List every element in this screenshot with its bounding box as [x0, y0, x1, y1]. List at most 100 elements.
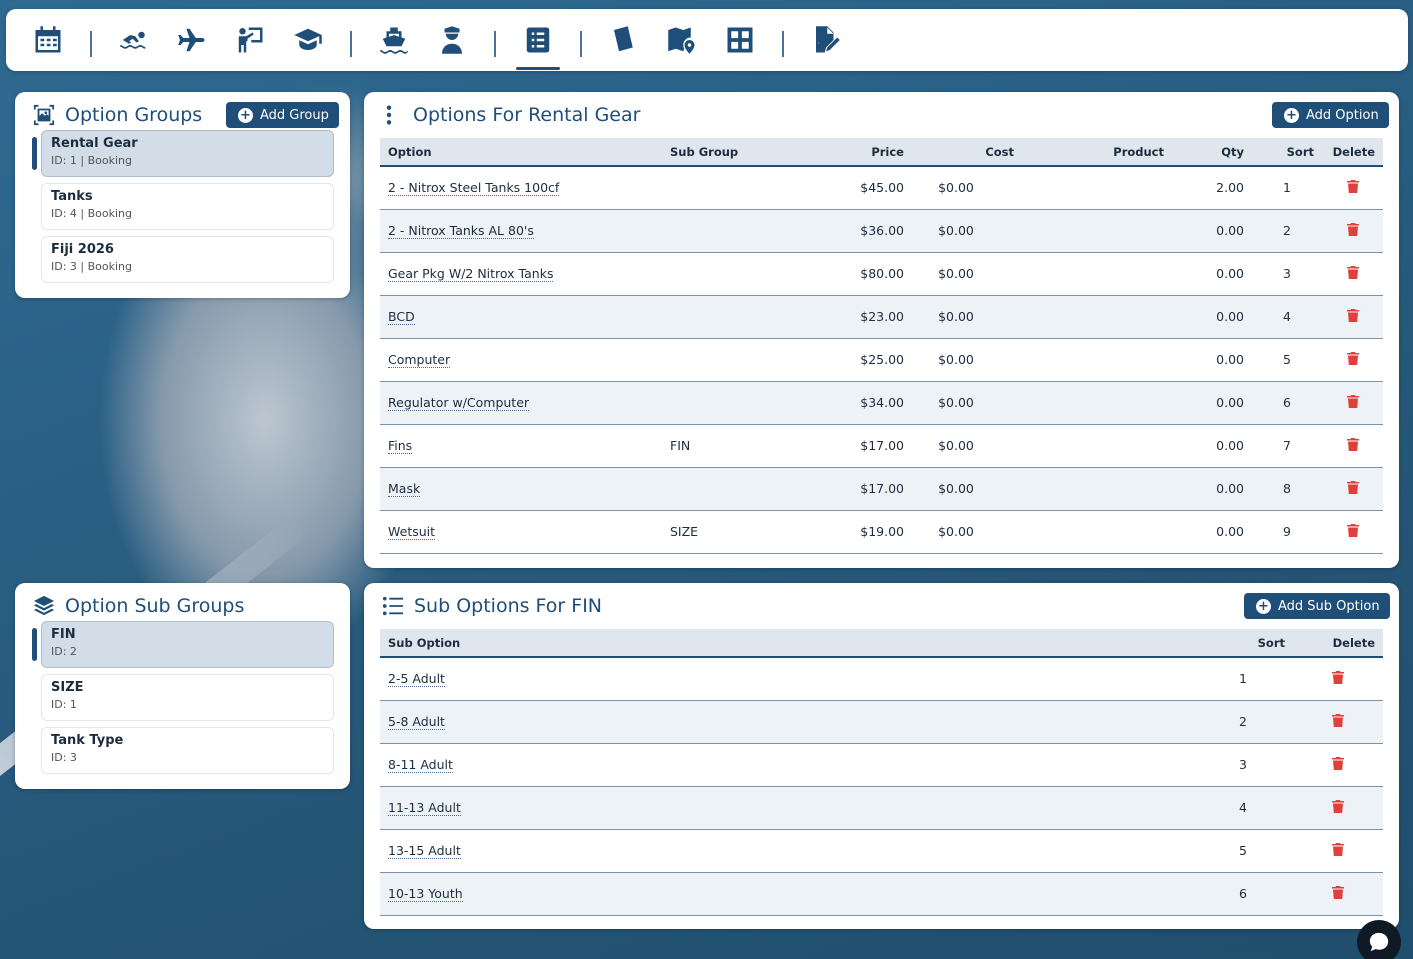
option-sub-group-item[interactable]: FIN ID: 2: [32, 621, 334, 668]
trash-icon[interactable]: [1346, 179, 1359, 193]
option-group-item[interactable]: Rental Gear ID: 1 | Booking: [32, 130, 334, 177]
sub-option-link[interactable]: 13-15 Adult: [388, 843, 461, 859]
price-cell: $80.00: [812, 252, 912, 296]
option-link[interactable]: Computer: [388, 352, 451, 368]
table-row: 13-15 Adult 5: [380, 829, 1383, 873]
grid-icon[interactable]: [724, 24, 756, 56]
delete-cell: [1293, 786, 1383, 830]
trash-icon[interactable]: [1346, 523, 1359, 537]
price-cell: $17.00: [812, 467, 912, 511]
product-cell: [1022, 166, 1172, 210]
sub-option-link[interactable]: 5-8 Adult: [388, 714, 445, 730]
option-link[interactable]: 2 - Nitrox Tanks AL 80's: [388, 223, 534, 239]
trash-icon[interactable]: [1346, 437, 1359, 451]
column-header: Delete: [1293, 629, 1383, 658]
option-link[interactable]: Mask: [388, 481, 421, 497]
delete-cell: [1322, 338, 1383, 382]
option-group-item[interactable]: Fiji 2026 ID: 3 | Booking: [41, 236, 334, 283]
sub-option-link[interactable]: 2-5 Adult: [388, 671, 445, 688]
add-option-button[interactable]: + Add Option: [1272, 102, 1389, 128]
column-header[interactable]: Option: [380, 138, 662, 167]
delete-cell: [1322, 166, 1383, 210]
tablet-icon[interactable]: [608, 24, 640, 56]
cost-cell: $0.00: [912, 209, 1022, 253]
price-cell: $25.00: [812, 338, 912, 382]
option-group-item[interactable]: Tanks ID: 4 | Booking: [41, 183, 334, 230]
file-signature-icon[interactable]: [810, 24, 842, 56]
trash-icon[interactable]: [1332, 670, 1344, 684]
price-cell: $23.00: [812, 295, 912, 339]
captain-icon[interactable]: [436, 24, 468, 56]
column-header[interactable]: Qty: [1172, 138, 1252, 167]
sub-group-cell: [662, 338, 812, 382]
trash-icon[interactable]: [1346, 351, 1359, 365]
sub-option-name-cell: 10-13 Youth: [380, 872, 1193, 916]
qty-cell: 0.00: [1172, 424, 1252, 468]
option-groups-panel: Option Groups + Add Group Rental Gear ID…: [15, 92, 350, 298]
column-header[interactable]: Sub Option: [380, 629, 1193, 658]
trash-icon[interactable]: [1346, 394, 1359, 408]
option-group-meta: ID: 3 | Booking: [51, 260, 133, 273]
option-link[interactable]: Gear Pkg W/2 Nitrox Tanks: [388, 266, 554, 282]
trash-icon[interactable]: [1332, 799, 1344, 813]
calendar-icon[interactable]: [32, 24, 64, 56]
option-link[interactable]: Fins: [388, 438, 413, 454]
option-sub-group-item[interactable]: SIZE ID: 1: [41, 674, 334, 721]
sub-option-name-cell: 8-11 Adult: [380, 743, 1193, 787]
delete-cell: [1322, 252, 1383, 296]
sub-option-link[interactable]: 8-11 Adult: [388, 757, 453, 773]
qty-cell: 0.00: [1172, 295, 1252, 339]
sub-option-name-cell: 2-5 Adult: [380, 657, 1193, 701]
swimmer-icon[interactable]: [118, 24, 150, 56]
trash-icon[interactable]: [1332, 885, 1344, 899]
plane-icon[interactable]: [176, 24, 208, 56]
trash-icon[interactable]: [1346, 222, 1359, 236]
sub-group-cell: [662, 467, 812, 511]
map-location-icon[interactable]: [666, 24, 698, 56]
sub-options-table-wrap: Sub Option Sort Delete 2-5 Adult 1 5-8 Adu…: [380, 629, 1383, 916]
sort-cell: 5: [1252, 338, 1322, 382]
sort-cell: 3: [1193, 743, 1293, 787]
sort-cell: 4: [1252, 295, 1322, 339]
options-title: Options For Rental Gear: [384, 104, 640, 126]
nav-separator: [580, 31, 582, 57]
checklist-icon[interactable]: [516, 24, 560, 70]
ship-icon[interactable]: [378, 24, 410, 56]
table-row: Computer $25.00 $0.00 0.00 5: [380, 338, 1383, 382]
delete-cell: [1322, 510, 1383, 554]
option-link[interactable]: Wetsuit: [388, 524, 436, 540]
sort-cell: 8: [1252, 467, 1322, 511]
trash-icon[interactable]: [1346, 308, 1359, 322]
table-row: Mask $17.00 $0.00 0.00 8: [380, 467, 1383, 511]
nav-separator: [90, 31, 92, 57]
trash-icon[interactable]: [1346, 265, 1359, 279]
option-sub-group-name: FIN: [51, 627, 76, 642]
add-group-button[interactable]: + Add Group: [226, 102, 339, 128]
column-header[interactable]: Cost: [912, 138, 1022, 167]
table-row: Fins FIN $17.00 $0.00 0.00 7: [380, 424, 1383, 468]
delete-cell: [1293, 657, 1383, 701]
instructor-icon[interactable]: [234, 24, 266, 56]
delete-cell: [1293, 743, 1383, 787]
add-sub-option-button[interactable]: + Add Sub Option: [1244, 593, 1390, 619]
column-header[interactable]: Price: [812, 138, 912, 167]
sub-options-panel: Sub Options For FIN + Add Sub Option Sub…: [364, 583, 1399, 929]
graduation-cap-icon[interactable]: [292, 24, 324, 56]
chat-button[interactable]: [1357, 920, 1401, 959]
options-header-row: Option Sub Group Price Cost Product Qty …: [380, 138, 1383, 167]
trash-icon[interactable]: [1346, 480, 1359, 494]
option-link[interactable]: BCD: [388, 309, 415, 325]
column-header[interactable]: Sort: [1252, 138, 1322, 167]
trash-icon[interactable]: [1332, 756, 1344, 770]
column-header[interactable]: Sub Group: [662, 138, 812, 167]
option-sub-group-item[interactable]: Tank Type ID: 3: [41, 727, 334, 774]
option-link[interactable]: Regulator w/Computer: [388, 395, 530, 411]
sub-option-link[interactable]: 10-13 Youth: [388, 886, 463, 902]
option-link[interactable]: 2 - Nitrox Steel Tanks 100cf: [388, 180, 560, 197]
sub-option-link[interactable]: 11-13 Adult: [388, 800, 461, 816]
options-table: Option Sub Group Price Cost Product Qty …: [380, 138, 1383, 554]
trash-icon[interactable]: [1332, 713, 1344, 727]
column-header[interactable]: Product: [1022, 138, 1172, 167]
trash-icon[interactable]: [1332, 842, 1344, 856]
column-header[interactable]: Sort: [1193, 629, 1293, 658]
